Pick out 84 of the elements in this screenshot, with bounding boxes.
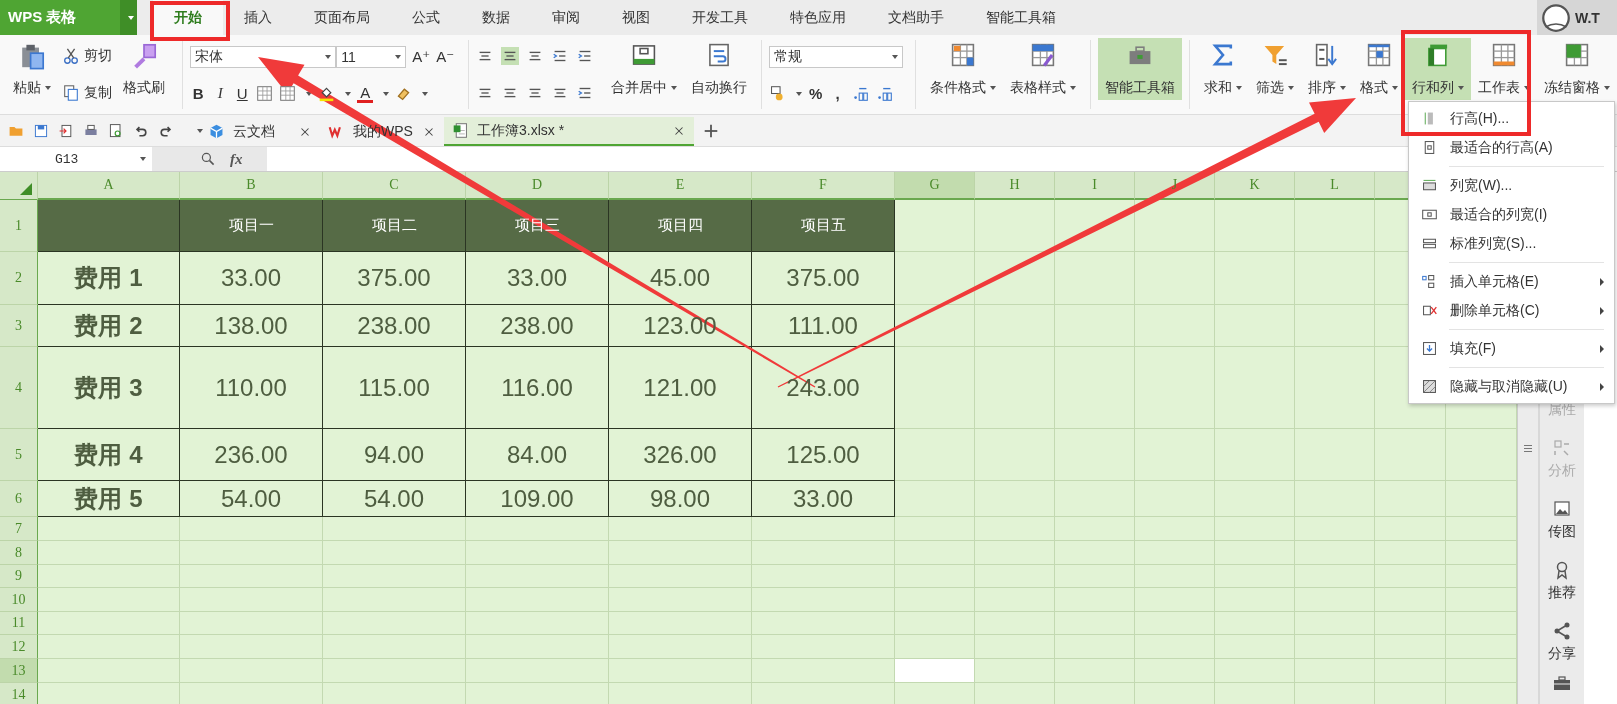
font-style-button[interactable]: B	[190, 85, 207, 103]
table-cell: 费用 4	[38, 429, 180, 481]
number-style-button[interactable]: ,	[829, 85, 846, 103]
table-cell: 238.00	[466, 305, 609, 347]
format-painter-button[interactable]: 格式刷	[116, 38, 172, 100]
paste-button[interactable]: 粘贴	[6, 38, 58, 100]
table-cell: 94.00	[323, 429, 466, 481]
conditional-button[interactable]: 条件格式	[923, 38, 1003, 100]
table-cell: 33.00	[752, 481, 895, 517]
font-color-button[interactable]: A	[357, 84, 374, 103]
table-cell: 238.00	[323, 305, 466, 347]
table-cell: 110.00	[180, 347, 323, 429]
table-cell: 费用 3	[38, 347, 180, 429]
table-cell: 138.00	[180, 305, 323, 347]
freeze-button[interactable]: 冻结窗格	[1537, 38, 1617, 100]
table-cell: 项目四	[609, 200, 752, 252]
menu-item[interactable]: 标准列宽(S)...	[1409, 229, 1614, 258]
function-button[interactable]: fx	[230, 150, 243, 168]
table-cell: 375.00	[752, 252, 895, 305]
name-box[interactable]: G13	[0, 147, 152, 171]
menu-item[interactable]: 最适合的行高(A)	[1409, 133, 1614, 162]
table-cell: 109.00	[466, 481, 609, 517]
menu-item[interactable]: 插入单元格(E)	[1409, 267, 1614, 296]
merge-button[interactable]: 合并居中	[603, 38, 684, 100]
table-cell: 费用 2	[38, 305, 180, 347]
table-cell: 115.00	[323, 347, 466, 429]
side-panel-item[interactable]: 推荐	[1540, 541, 1584, 602]
font-style-button[interactable]: U	[234, 85, 251, 103]
ribbon-tab[interactable]: 数据	[461, 0, 531, 35]
toolbox-button[interactable]: 智能工具箱	[1098, 38, 1182, 100]
side-panel-item[interactable]: 传图	[1540, 480, 1584, 541]
table-cell: 54.00	[323, 481, 466, 517]
table-cell: 项目五	[752, 200, 895, 252]
table-cell: 54.00	[180, 481, 323, 517]
menu-item[interactable]: 最适合的列宽(I)	[1409, 200, 1614, 229]
cut-button[interactable]: 剪切	[62, 47, 112, 66]
ribbon-tab[interactable]: 插入	[223, 0, 293, 35]
ribbon-tab[interactable]: 开发工具	[671, 0, 769, 35]
font-style-button[interactable]: I	[212, 85, 229, 103]
number-format-field[interactable]: 常规	[768, 46, 903, 69]
table-cell: 375.00	[323, 252, 466, 305]
font-size-field[interactable]: 11	[336, 46, 407, 69]
table-cell: 116.00	[466, 347, 609, 429]
sheet-button[interactable]: 工作表	[1471, 38, 1537, 100]
ribbon-tab[interactable]: 视图	[601, 0, 671, 35]
sort-button[interactable]: 排序	[1301, 38, 1353, 100]
ribbon-tab[interactable]: 审阅	[531, 0, 601, 35]
ribbon-tab[interactable]: 页面布局	[293, 0, 391, 35]
ribbon-tab[interactable]: 智能工具箱	[965, 0, 1077, 35]
table-cell: 236.00	[180, 429, 323, 481]
table-style-button[interactable]: 表格样式	[1003, 38, 1083, 100]
shrink-font-button[interactable]: A⁻	[436, 48, 455, 67]
grow-font-button[interactable]: A⁺	[412, 48, 431, 67]
rows-columns-button[interactable]: 行和列	[1405, 38, 1471, 100]
table-cell: 98.00	[609, 481, 752, 517]
user-name: W.T	[1575, 9, 1600, 26]
table-cell: 费用 5	[38, 481, 180, 517]
menu-item[interactable]: 行高(H)...	[1409, 104, 1614, 133]
ribbon-tab[interactable]: 公式	[391, 0, 461, 35]
user-area[interactable]: W.T	[1537, 0, 1617, 35]
side-panel-item[interactable]: 分享	[1540, 602, 1584, 663]
number-style-button[interactable]: %	[807, 85, 824, 103]
table-cell: 33.00	[180, 252, 323, 305]
table-cell: 121.00	[609, 347, 752, 429]
document-tab[interactable]: 云文档	[200, 117, 320, 146]
sum-button[interactable]: 求和	[1197, 38, 1249, 100]
ribbon-tab[interactable]: 特色应用	[769, 0, 867, 35]
filter-button[interactable]: 筛选	[1249, 38, 1301, 100]
menu-item[interactable]: 填充(F)	[1409, 334, 1614, 363]
copy-button[interactable]: 复制	[62, 83, 112, 102]
table-cell: 费用 1	[38, 252, 180, 305]
wrap-button[interactable]: 自动换行	[683, 38, 754, 100]
document-tab[interactable]: 工作簿3.xlsx *	[444, 117, 694, 146]
table-cell: 84.00	[466, 429, 609, 481]
table-cell: 326.00	[609, 429, 752, 481]
menu-item[interactable]: 隐藏与取消隐藏(U)	[1409, 372, 1614, 401]
menu-item[interactable]: 列宽(W)...	[1409, 171, 1614, 200]
table-cell: 125.00	[752, 429, 895, 481]
format-button[interactable]: 格式	[1353, 38, 1405, 100]
ribbon-tab[interactable]: 文档助手	[867, 0, 965, 35]
menu-item[interactable]: 删除单元格(C)	[1409, 296, 1614, 325]
table-cell: 项目一	[180, 200, 323, 252]
font-name-field[interactable]: 宋体	[190, 46, 337, 69]
table-cell: 项目二	[323, 200, 466, 252]
